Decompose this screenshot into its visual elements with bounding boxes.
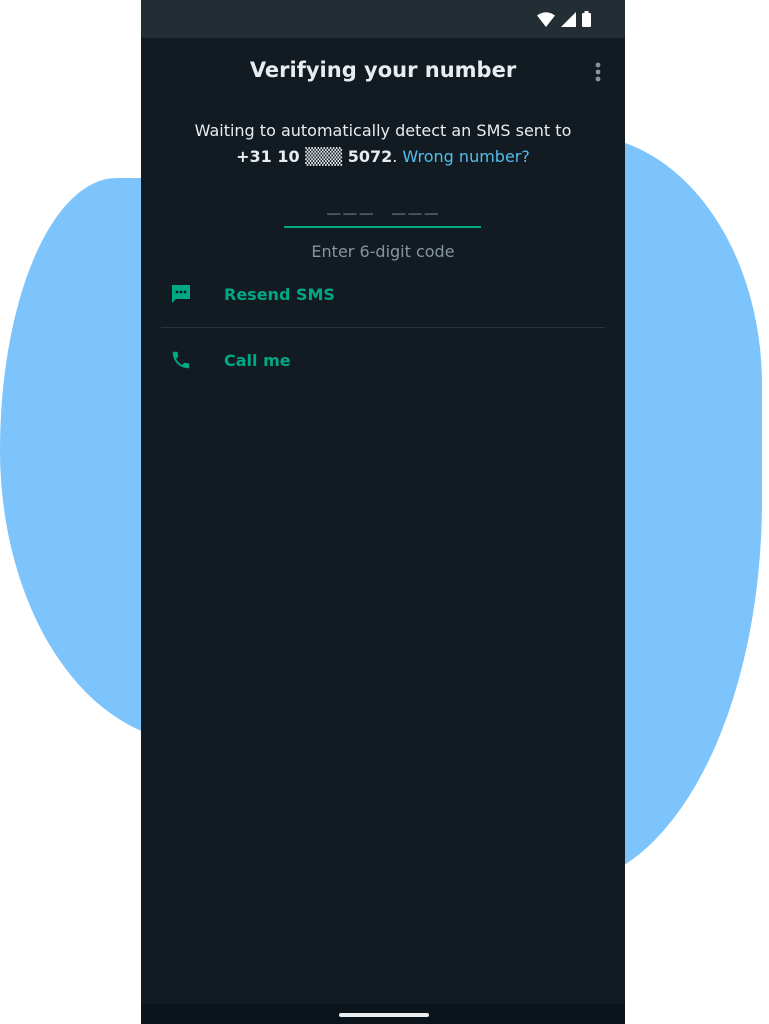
wifi-icon	[537, 11, 555, 27]
punctuation: .	[392, 147, 398, 166]
phone-icon	[161, 348, 201, 372]
home-indicator[interactable]	[339, 1013, 429, 1017]
wrong-number-link[interactable]: Wrong number?	[402, 147, 529, 166]
divider	[161, 327, 605, 328]
status-icons	[537, 11, 591, 27]
more-vert-icon[interactable]	[588, 60, 608, 86]
resend-sms-button[interactable]: Resend SMS	[161, 274, 605, 314]
navigation-bar	[141, 1004, 625, 1024]
cell-signal-icon	[561, 11, 576, 27]
battery-icon	[582, 11, 591, 27]
page-title: Verifying your number	[249, 58, 517, 82]
verification-description: Waiting to automatically detect an SMS s…	[141, 118, 625, 170]
code-input[interactable]: ___ ___	[284, 186, 481, 228]
code-placeholder: ___ ___	[327, 190, 441, 215]
resend-sms-label: Resend SMS	[224, 284, 335, 304]
code-hint: Enter 6-digit code	[311, 242, 455, 261]
phone-screen: Verifying your number Waiting to automat…	[141, 0, 625, 1024]
call-me-button[interactable]: Call me	[161, 340, 605, 380]
description-text: Waiting to automatically detect an SMS s…	[194, 121, 572, 140]
call-me-label: Call me	[224, 350, 291, 370]
message-icon	[161, 282, 201, 306]
phone-number: +31 10 ▒▒▒ 5072	[236, 147, 393, 166]
status-bar	[141, 0, 625, 38]
description-line-2: +31 10 ▒▒▒ 5072. Wrong number?	[141, 144, 625, 170]
